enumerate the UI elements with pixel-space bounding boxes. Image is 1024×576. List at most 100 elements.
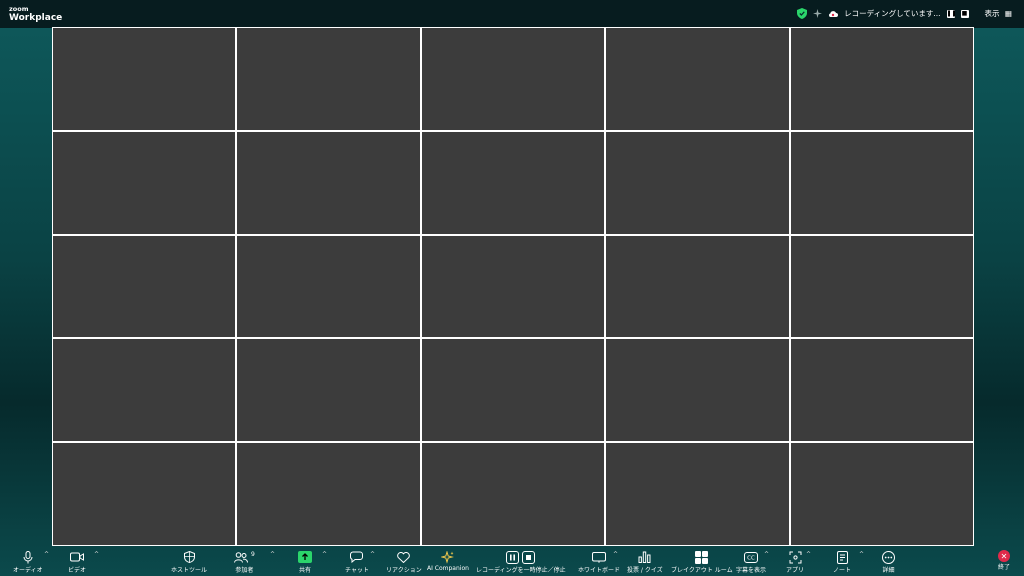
video-tile[interactable]: [237, 28, 420, 130]
video-tile[interactable]: [53, 28, 236, 130]
share-label: 共有: [298, 567, 311, 574]
share-screen-icon: [298, 550, 312, 564]
logo-small-text: zoom: [9, 5, 29, 13]
video-tile[interactable]: [790, 28, 973, 130]
host-tools-button[interactable]: ホストツール: [171, 550, 207, 574]
heart-icon: [397, 550, 411, 564]
video-tile[interactable]: [421, 339, 605, 442]
participants-label: 参加者: [235, 567, 254, 574]
recording-controls: [506, 550, 536, 564]
audio-button[interactable]: オーディオ: [13, 550, 43, 574]
more-ellipsis-icon: [882, 550, 895, 564]
audio-options-chevron-icon[interactable]: ^: [44, 551, 49, 558]
end-meeting-button[interactable]: ✕ 終了: [997, 550, 1010, 571]
camera-icon: [70, 550, 84, 564]
video-tile[interactable]: [237, 235, 420, 338]
video-tile[interactable]: [606, 235, 789, 338]
reactions-button[interactable]: リアクション: [386, 550, 422, 574]
video-tile[interactable]: [421, 235, 605, 338]
recording-control-label: レコーディングを一時停止／停止: [476, 567, 566, 574]
apps-label: アプリ: [786, 567, 805, 574]
cloud-recording-icon: [829, 10, 839, 17]
view-label: 表示: [984, 9, 1000, 18]
view-button[interactable]: 表示 ▦: [985, 8, 1012, 19]
participants-button[interactable]: 9 参加者: [234, 550, 255, 574]
closed-captions-icon: CC: [744, 550, 758, 564]
whiteboard-options-chevron-icon[interactable]: ^: [613, 551, 618, 558]
more-button[interactable]: 詳細: [882, 550, 895, 574]
video-tile[interactable]: [790, 235, 973, 338]
apps-button[interactable]: アプリ: [786, 550, 804, 574]
video-options-chevron-icon[interactable]: ^: [94, 551, 99, 558]
captions-button[interactable]: CC 字幕を表示: [736, 550, 766, 574]
more-label: 詳細: [882, 567, 895, 574]
zoom-logo: zoom Workplace: [9, 6, 62, 23]
status-area: レコーディングしています... ❚❚ ■ 表示 ▦: [797, 8, 1012, 19]
chat-options-chevron-icon[interactable]: ^: [370, 551, 375, 558]
video-label: ビデオ: [68, 567, 87, 574]
end-label: 終了: [997, 564, 1010, 571]
whiteboard-icon: [592, 550, 606, 564]
notes-button[interactable]: ノート: [833, 550, 851, 574]
video-tile[interactable]: [790, 443, 973, 545]
breakout-grid-icon: [695, 550, 709, 564]
notes-icon: [836, 550, 848, 564]
close-icon: ✕: [997, 550, 1010, 562]
host-tools-label: ホストツール: [171, 567, 208, 574]
polls-label: 投票 / クイズ: [627, 567, 663, 574]
video-tile[interactable]: [606, 28, 789, 130]
video-tile[interactable]: [421, 131, 605, 234]
polls-button[interactable]: 投票 / クイズ: [627, 550, 663, 574]
captions-options-chevron-icon[interactable]: ^: [764, 551, 769, 558]
video-button[interactable]: ビデオ: [68, 550, 86, 574]
apps-options-chevron-icon[interactable]: ^: [806, 551, 811, 558]
video-tile[interactable]: [421, 443, 605, 545]
ai-companion-button[interactable]: AI Companion: [427, 550, 469, 572]
security-shield-icon[interactable]: [797, 8, 808, 19]
participants-count: 9: [251, 550, 255, 558]
share-button[interactable]: 共有: [298, 550, 312, 574]
gallery-view-grid: [52, 27, 974, 546]
recording-status-text: レコーディングしています...: [844, 9, 941, 18]
recording-pause-icon[interactable]: ❚❚: [946, 9, 957, 18]
video-tile[interactable]: [790, 131, 973, 234]
sparkle-icon: [441, 550, 455, 564]
notes-label: ノート: [833, 567, 852, 574]
video-tile[interactable]: [53, 235, 236, 338]
video-tile[interactable]: [237, 131, 420, 234]
recording-control-button[interactable]: レコーディングを一時停止／停止: [476, 550, 566, 574]
grid-view-icon: ▦: [1004, 9, 1012, 18]
video-tile[interactable]: [606, 443, 789, 545]
ai-companion-label: AI Companion: [427, 565, 469, 572]
share-options-chevron-icon[interactable]: ^: [322, 551, 327, 558]
video-tile[interactable]: [237, 339, 420, 442]
microphone-icon: [23, 550, 33, 564]
captions-label: 字幕を表示: [736, 567, 767, 574]
whiteboard-label: ホワイトボード: [578, 567, 621, 574]
breakout-rooms-label: ブレイクアウト ルーム: [671, 567, 733, 574]
logo-big-text: Workplace: [9, 12, 63, 23]
reactions-label: リアクション: [386, 567, 422, 574]
bar-chart-icon: [638, 550, 651, 564]
video-tile[interactable]: [53, 443, 236, 545]
title-bar: zoom Workplace レコーディングしています... ❚❚ ■ 表示 ▦: [0, 0, 1024, 28]
video-tile[interactable]: [237, 443, 420, 545]
chat-label: チャット: [345, 567, 369, 574]
apps-icon: [789, 550, 802, 564]
video-tile[interactable]: [790, 339, 973, 442]
ai-sparkle-icon[interactable]: [813, 9, 823, 18]
shield-icon: [183, 550, 195, 564]
video-tile[interactable]: [606, 339, 789, 442]
video-tile[interactable]: [53, 339, 236, 442]
video-tile[interactable]: [606, 131, 789, 234]
chat-button[interactable]: チャット: [345, 550, 369, 574]
video-tile[interactable]: [53, 131, 236, 234]
pause-icon[interactable]: [506, 550, 520, 564]
participants-icon: 9: [234, 550, 255, 564]
participants-options-chevron-icon[interactable]: ^: [270, 551, 275, 558]
video-tile[interactable]: [421, 28, 605, 130]
notes-options-chevron-icon[interactable]: ^: [859, 551, 864, 558]
breakout-rooms-button[interactable]: ブレイクアウト ルーム: [671, 550, 733, 574]
recording-stop-icon[interactable]: ■: [960, 9, 969, 18]
stop-icon[interactable]: [522, 550, 536, 564]
